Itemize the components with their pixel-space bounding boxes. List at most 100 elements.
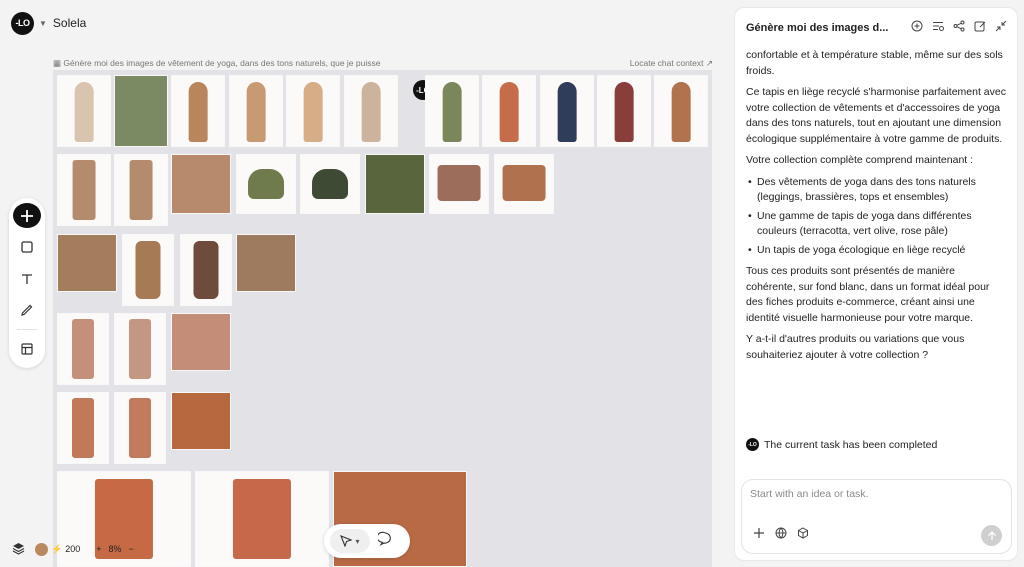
chevron-down-icon[interactable]: ▼	[39, 19, 47, 28]
credits-indicator[interactable]: ⚡ 200	[35, 542, 80, 556]
canvas-image-product[interactable]	[122, 234, 174, 306]
canvas-image-photo[interactable]	[344, 75, 398, 147]
image-content	[499, 81, 519, 142]
avatar	[35, 542, 48, 556]
chat-input[interactable]	[750, 488, 1000, 500]
image-content	[246, 81, 266, 142]
zoom-out-button[interactable]: −	[129, 544, 134, 554]
canvas-image-photo[interactable]	[482, 75, 536, 147]
image-content	[72, 397, 94, 459]
canvas-image-product[interactable]	[171, 313, 231, 371]
left-toolbar	[9, 198, 45, 368]
layout-icon	[21, 343, 33, 355]
share-icon[interactable]	[953, 19, 965, 37]
canvas-image-photo[interactable]	[654, 75, 708, 147]
image-content	[188, 81, 208, 142]
image-content	[129, 159, 153, 221]
canvas-image-photo[interactable]	[425, 75, 479, 147]
canvas-prompt-label: ▦ Génère moi des images de vêtement de y…	[53, 58, 380, 69]
locate-chat-context-link[interactable]: Locate chat context ↗	[630, 58, 713, 69]
bolt-icon: ⚡	[51, 543, 63, 554]
frame-tool-button[interactable]	[13, 234, 41, 259]
image-content	[193, 240, 219, 300]
attach-icon[interactable]	[753, 526, 765, 544]
app-logo[interactable]: -LO	[11, 11, 34, 35]
send-button[interactable]	[981, 525, 1002, 546]
add-button[interactable]	[13, 203, 41, 229]
chat-panel: Génère moi des images d... confortable e…	[734, 7, 1018, 561]
zoom-controls: + 8% −	[96, 544, 134, 554]
canvas-image-product[interactable]	[300, 154, 360, 214]
pencil-icon	[21, 304, 33, 316]
cube-icon[interactable]	[797, 526, 809, 544]
locate-chat-context-label: Locate chat context	[629, 58, 704, 68]
image-content	[437, 165, 481, 202]
external-link-icon: ↗	[705, 58, 713, 68]
list-item: Un tapis de yoga écologique en liège rec…	[748, 243, 1006, 259]
canvas-image-photo[interactable]	[540, 75, 594, 147]
canvas-image-product[interactable]	[114, 154, 168, 226]
canvas-image-product[interactable]	[494, 154, 554, 214]
image-content	[135, 240, 161, 300]
canvas-image-product[interactable]	[57, 234, 117, 292]
chat-bubble-icon	[376, 531, 391, 546]
chat-paragraph: confortable et à température stable, mêm…	[746, 49, 1003, 77]
task-status-text: The current task has been completed	[764, 438, 938, 451]
canvas-image-photo[interactable]	[114, 75, 168, 147]
canvas-image-product[interactable]	[365, 154, 425, 214]
layers-icon[interactable]	[12, 542, 25, 557]
edit-icon[interactable]	[974, 19, 986, 37]
collapse-icon[interactable]	[995, 19, 1007, 37]
canvas-image-product[interactable]	[57, 154, 111, 226]
image-content	[361, 81, 381, 142]
canvas-image-product[interactable]	[171, 392, 231, 450]
grid-icon: ▦	[53, 58, 62, 68]
chat-paragraph: Votre collection complète comprend maint…	[746, 154, 974, 166]
canvas-image-product[interactable]	[114, 313, 166, 385]
chevron-down-icon: ▾	[355, 536, 360, 546]
image-content	[248, 168, 284, 200]
list-item: Des vêtements de yoga dans des tons natu…	[748, 175, 1006, 206]
canvas-image-photo[interactable]	[286, 75, 340, 147]
canvas-image-product[interactable]	[429, 154, 489, 214]
globe-icon[interactable]	[775, 526, 787, 544]
image-content	[72, 318, 94, 380]
new-chat-icon[interactable]	[911, 19, 923, 37]
canvas-image-product[interactable]	[195, 471, 329, 567]
chat-composer	[741, 479, 1012, 554]
history-icon[interactable]	[932, 19, 944, 37]
canvas-image-photo[interactable]	[57, 75, 111, 147]
canvas-image-product[interactable]	[57, 313, 109, 385]
toolbar-divider	[17, 328, 37, 330]
canvas-image-photo[interactable]	[171, 75, 225, 147]
canvas-image-product[interactable]	[236, 234, 296, 292]
canvas-image-product[interactable]	[180, 234, 232, 306]
chat-paragraph: Y a-t-il d'autres produits ou variations…	[746, 333, 965, 361]
canvas-prompt-text: Génère moi des images de vêtement de yog…	[63, 58, 381, 68]
image-content	[172, 393, 230, 449]
pen-tool-button[interactable]	[13, 297, 41, 322]
canvas-image-product[interactable]	[114, 392, 166, 464]
task-status: -LO The current task has been completed	[746, 438, 937, 451]
project-name[interactable]: Solela	[53, 16, 86, 30]
top-bar: -LO ▼ Solela	[0, 0, 730, 46]
canvas-board[interactable]: -LO	[53, 70, 712, 567]
canvas-image-product[interactable]	[57, 392, 109, 464]
image-content	[502, 165, 546, 202]
text-tool-button[interactable]	[13, 266, 41, 291]
canvas-image-photo[interactable]	[597, 75, 651, 147]
square-icon	[21, 241, 33, 253]
bottom-center-tools: ▾	[324, 524, 410, 558]
list-item: Une gamme de tapis de yoga dans différen…	[748, 209, 1006, 240]
chat-paragraph: Ce tapis en liège recyclé s'harmonise pa…	[746, 86, 1006, 145]
comment-button[interactable]	[376, 531, 393, 551]
canvas-image-product[interactable]	[171, 154, 231, 214]
image-content	[237, 235, 295, 291]
select-tool-button[interactable]: ▾	[330, 529, 370, 553]
canvas-image-photo[interactable]	[229, 75, 283, 147]
canvas-image-product[interactable]	[236, 154, 296, 214]
layout-tool-button[interactable]	[13, 337, 41, 362]
image-content	[172, 155, 230, 213]
zoom-in-button[interactable]: +	[96, 544, 101, 554]
image-content	[671, 81, 691, 142]
